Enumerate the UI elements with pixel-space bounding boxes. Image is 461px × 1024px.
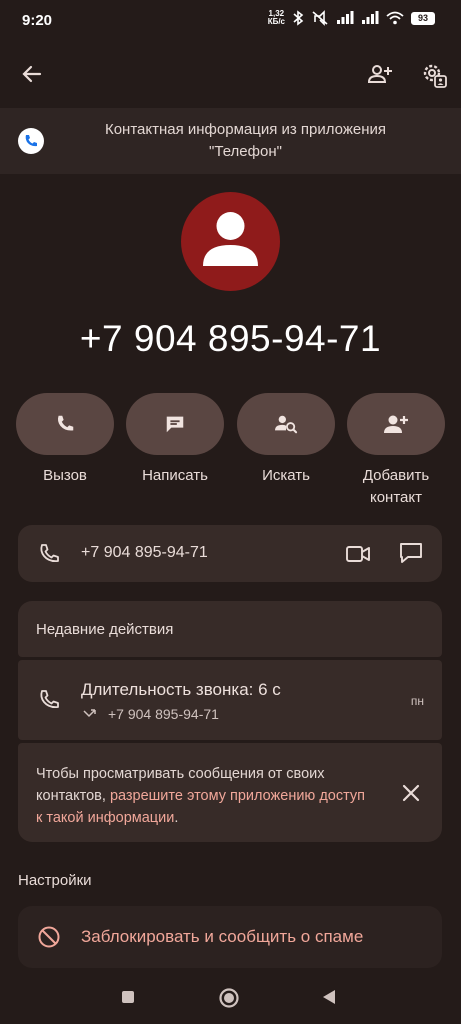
search-button[interactable]	[237, 393, 335, 455]
block-and-report-spam-row[interactable]: Заблокировать и сообщить о спаме	[18, 906, 442, 968]
contact-settings-icon[interactable]	[421, 62, 447, 88]
status-bar: 9:20 1,32 КБ/с 93	[0, 0, 461, 40]
phone-outline-icon	[40, 544, 59, 563]
add-contact-icon	[384, 415, 408, 433]
close-icon[interactable]	[402, 784, 420, 802]
back-arrow-icon[interactable]	[20, 62, 44, 86]
back-triangle-icon[interactable]	[321, 989, 337, 1005]
call-button[interactable]	[16, 393, 114, 455]
battery-indicator: 93	[411, 11, 435, 25]
phone-app-logo-icon	[18, 128, 44, 154]
home-circle-icon[interactable]	[218, 987, 240, 1009]
recent-activity-header: Недавние действия	[18, 601, 442, 657]
message-button[interactable]	[126, 393, 224, 455]
permission-text: Чтобы просматривать сообщения от своих к…	[36, 766, 366, 826]
search-person-icon	[275, 415, 298, 434]
recents-square-icon[interactable]	[121, 990, 135, 1004]
action-add-contact[interactable]: Добавить контакт	[347, 393, 445, 509]
recent-activity-title: Недавние действия	[36, 621, 174, 638]
signal-icon-2	[362, 11, 379, 24]
call-label: Вызов	[43, 467, 87, 484]
mute-icon	[312, 10, 328, 26]
banner-text: Контактная информация из приложения "Тел…	[104, 121, 387, 160]
system-navigation-bar	[0, 988, 461, 1024]
add-contact-label: Добавить контакт	[362, 467, 430, 506]
wifi-icon	[386, 11, 404, 25]
block-label: Заблокировать и сообщить о спаме	[81, 927, 364, 946]
settings-section-title: Настройки	[18, 872, 92, 889]
message-label: Написать	[142, 467, 208, 484]
messages-permission-card: Чтобы просматривать сообщения от своих к…	[18, 743, 442, 842]
status-time: 9:20	[22, 12, 53, 29]
top-app-bar	[0, 56, 461, 96]
message-outline-icon[interactable]	[398, 541, 424, 565]
action-search[interactable]: Искать	[237, 393, 335, 487]
avatar	[181, 192, 280, 291]
call-duration-text: Длительность звонка: 6 с	[81, 680, 281, 699]
contact-phone-title: +7 904 895-94-71	[79, 318, 382, 359]
call-day-text: пн	[410, 694, 424, 708]
phone-number-row[interactable]: +7 904 895-94-71	[18, 525, 442, 582]
search-label: Искать	[262, 467, 310, 484]
message-icon	[166, 416, 184, 433]
person-icon	[203, 212, 258, 266]
status-icons: 1,32 КБ/с 93	[268, 10, 435, 26]
add-contact-button[interactable]	[347, 393, 445, 455]
add-person-icon[interactable]	[367, 62, 393, 86]
call-number-text: +7 904 895-94-71	[108, 706, 219, 722]
net-speed: 1,32 КБ/с	[267, 9, 285, 26]
action-message[interactable]: Написать	[126, 393, 224, 487]
action-call[interactable]: Вызов	[16, 393, 114, 487]
phone-icon	[57, 415, 74, 431]
source-banner: Контактная информация из приложения "Тел…	[0, 108, 461, 174]
bluetooth-icon	[293, 10, 304, 26]
signal-icon	[337, 11, 354, 24]
phone-outline-icon	[40, 690, 59, 709]
phone-number-text: +7 904 895-94-71	[81, 544, 208, 561]
missed-outgoing-arrow-icon	[83, 709, 96, 718]
recent-call-item[interactable]: Длительность звонка: 6 с +7 904 895-94-7…	[18, 660, 442, 740]
video-call-icon[interactable]	[345, 544, 371, 564]
block-icon	[38, 926, 60, 948]
